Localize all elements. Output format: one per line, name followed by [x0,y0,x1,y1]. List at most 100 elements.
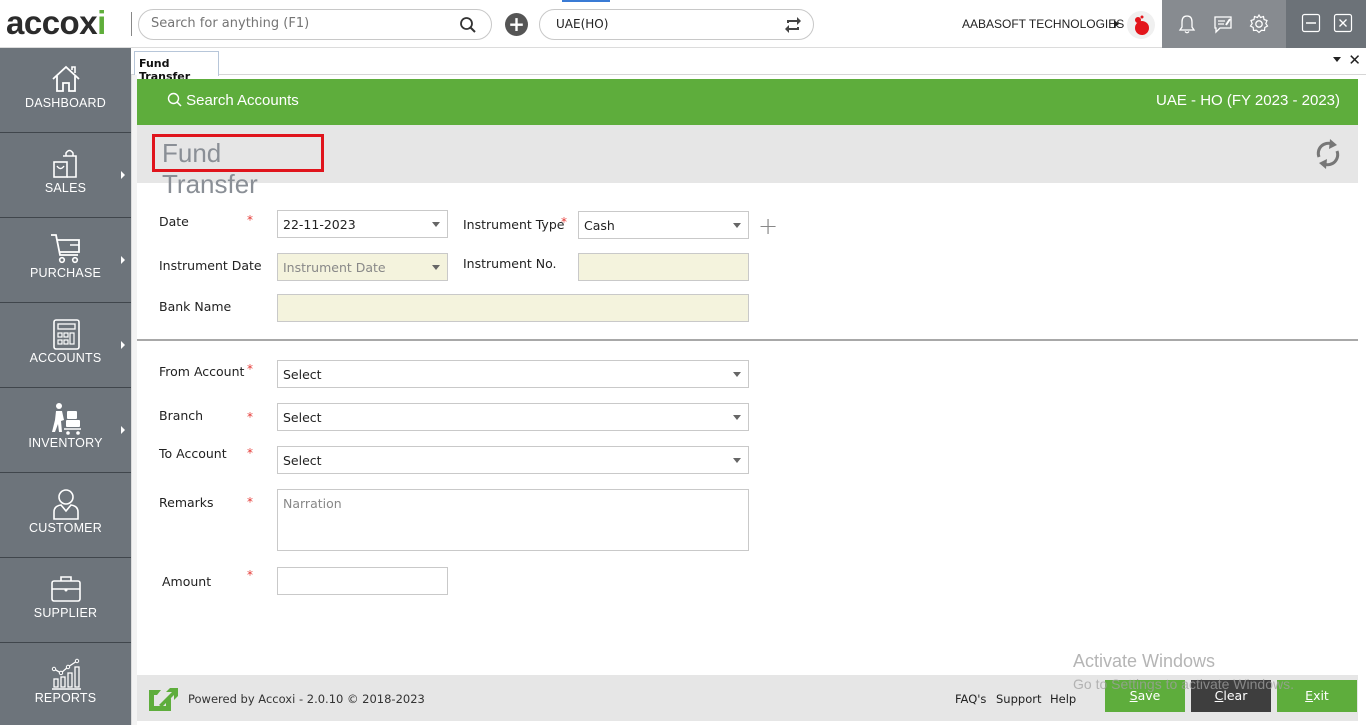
branch-value: Select [283,410,322,425]
amount-label: Amount [162,574,212,589]
date-picker[interactable]: 22-11-2023 [277,210,448,238]
active-indicator [562,0,610,2]
chart-icon [49,657,83,691]
remarks-placeholder: Narration [283,496,342,511]
company-caret-icon[interactable] [1114,20,1119,28]
top-bar: accoxi + UAE(HO) AABASOFT TECHNOLOGIES [0,0,1366,48]
submenu-arrow-icon [121,171,125,179]
page-title: Fund Transfer [162,138,258,199]
support-link[interactable]: Support [996,692,1041,706]
instrument-date-placeholder: Instrument Date [283,260,386,275]
from-account-value: Select [283,367,322,382]
sidebar-item-customer[interactable]: CUSTOMER [0,473,131,558]
required-mark: * [247,362,253,376]
sidebar-item-label: SUPPLIER [33,606,98,620]
sidebar-item-label: SALES [44,181,87,195]
refresh-branch-icon[interactable] [783,15,803,39]
to-account-select[interactable]: Select [277,446,749,474]
tab-strip: Fund Transfer ✕ [131,48,1366,83]
required-mark: * [247,213,253,227]
tab-list-dropdown-icon[interactable] [1333,57,1341,62]
sidebar-item-label: REPORTS [34,691,97,705]
submenu-arrow-icon [121,256,125,264]
help-link[interactable]: Help [1050,692,1076,706]
shopping-bag-icon [49,147,83,181]
instrument-no-input[interactable] [578,253,749,281]
to-account-label: To Account [159,446,227,461]
instrument-date-label: Instrument Date [159,258,262,273]
chevron-down-icon[interactable] [733,372,741,377]
required-mark: * [247,446,253,460]
instrument-no-label: Instrument No. [463,256,557,271]
sidebar-item-accounts[interactable]: ACCOUNTS [0,303,131,388]
remarks-textarea[interactable]: Narration [277,489,749,551]
instrument-type-select[interactable]: Cash [578,211,749,239]
tab-close-icon[interactable]: ✕ [1348,51,1361,69]
sidebar-item-inventory[interactable]: INVENTORY [0,388,131,473]
exit-mnemonic: E [1305,688,1314,703]
company-name[interactable]: AABASOFT TECHNOLOGIES [962,17,1124,31]
sidebar-item-sales[interactable]: SALES [0,133,131,218]
sidebar-item-reports[interactable]: REPORTS [0,643,131,728]
instrument-type-label: Instrument Type [463,217,565,232]
instrument-date-picker[interactable]: Instrument Date [277,253,448,281]
refresh-icon[interactable] [1314,138,1342,174]
required-mark: * [247,568,253,582]
branch-select[interactable]: Select [277,403,749,431]
global-search[interactable] [138,9,492,40]
from-account-select[interactable]: Select [277,360,749,388]
page-title-bar: Fund Transfer [137,125,1358,199]
sidebar-item-label: ACCOUNTS [29,351,102,365]
sidebar-item-dashboard[interactable]: DASHBOARD [0,48,131,133]
faq-link[interactable]: FAQ's [955,692,986,706]
minimize-icon[interactable] [1301,13,1321,37]
add-instrument-type-icon[interactable]: + [758,212,778,240]
amount-input[interactable] [277,567,448,595]
chevron-down-icon[interactable] [432,265,440,270]
add-icon[interactable]: + [505,13,528,36]
required-mark: * [247,495,253,509]
sidebar-item-label: INVENTORY [28,436,103,450]
bank-name-label: Bank Name [159,299,232,314]
calculator-icon [49,317,83,351]
chevron-down-icon[interactable] [733,223,741,228]
sidebar: DASHBOARD SALES PURCHASE ACCOUNTS INVENT… [0,48,131,725]
powered-by-text: Powered by Accoxi - 2.0.10 © 2018-2023 [188,692,425,706]
from-account-label: From Account [159,364,245,379]
close-icon[interactable] [1333,13,1353,37]
sidebar-item-label: PURCHASE [29,266,102,280]
activate-windows-subtitle: Go to Settings to activate Windows. [1073,676,1294,692]
accounts-header-bar: Search Accounts UAE - HO (FY 2023 - 2023… [137,79,1358,125]
section-divider [137,339,1358,341]
submenu-arrow-icon [121,341,125,349]
bank-name-input[interactable] [277,294,749,322]
chevron-down-icon[interactable] [432,222,440,227]
sidebar-item-label: DASHBOARD [25,96,106,110]
sidebar-item-purchase[interactable]: PURCHASE [0,218,131,303]
fiscal-year-info: UAE - HO (FY 2023 - 2023) [1156,92,1340,109]
chevron-down-icon[interactable] [733,415,741,420]
tools-panel [1162,0,1286,48]
logo-divider [131,12,132,36]
avatar[interactable] [1127,11,1155,39]
cart-icon [49,232,83,266]
branch-value: UAE(HO) [556,17,609,31]
sidebar-item-supplier[interactable]: SUPPLIER [0,558,131,643]
branch-selector[interactable]: UAE(HO) [539,9,814,40]
to-account-value: Select [283,453,322,468]
instrument-type-value: Cash [584,218,615,233]
gear-icon[interactable] [1248,13,1270,39]
global-search-input[interactable] [151,16,451,31]
submenu-arrow-icon [121,426,125,434]
required-mark: * [561,215,567,229]
search-accounts-link[interactable]: Search Accounts [167,92,299,109]
trolley-icon [49,402,83,436]
activate-windows-title: Activate Windows [1073,651,1216,671]
search-icon[interactable] [459,16,477,38]
accoxi-footer-logo [147,687,179,715]
exit-label: xit [1313,688,1329,703]
chevron-down-icon[interactable] [733,458,741,463]
tab-fund-transfer[interactable]: Fund Transfer [134,51,219,83]
chat-icon[interactable] [1212,13,1234,39]
bell-icon[interactable] [1176,13,1198,39]
